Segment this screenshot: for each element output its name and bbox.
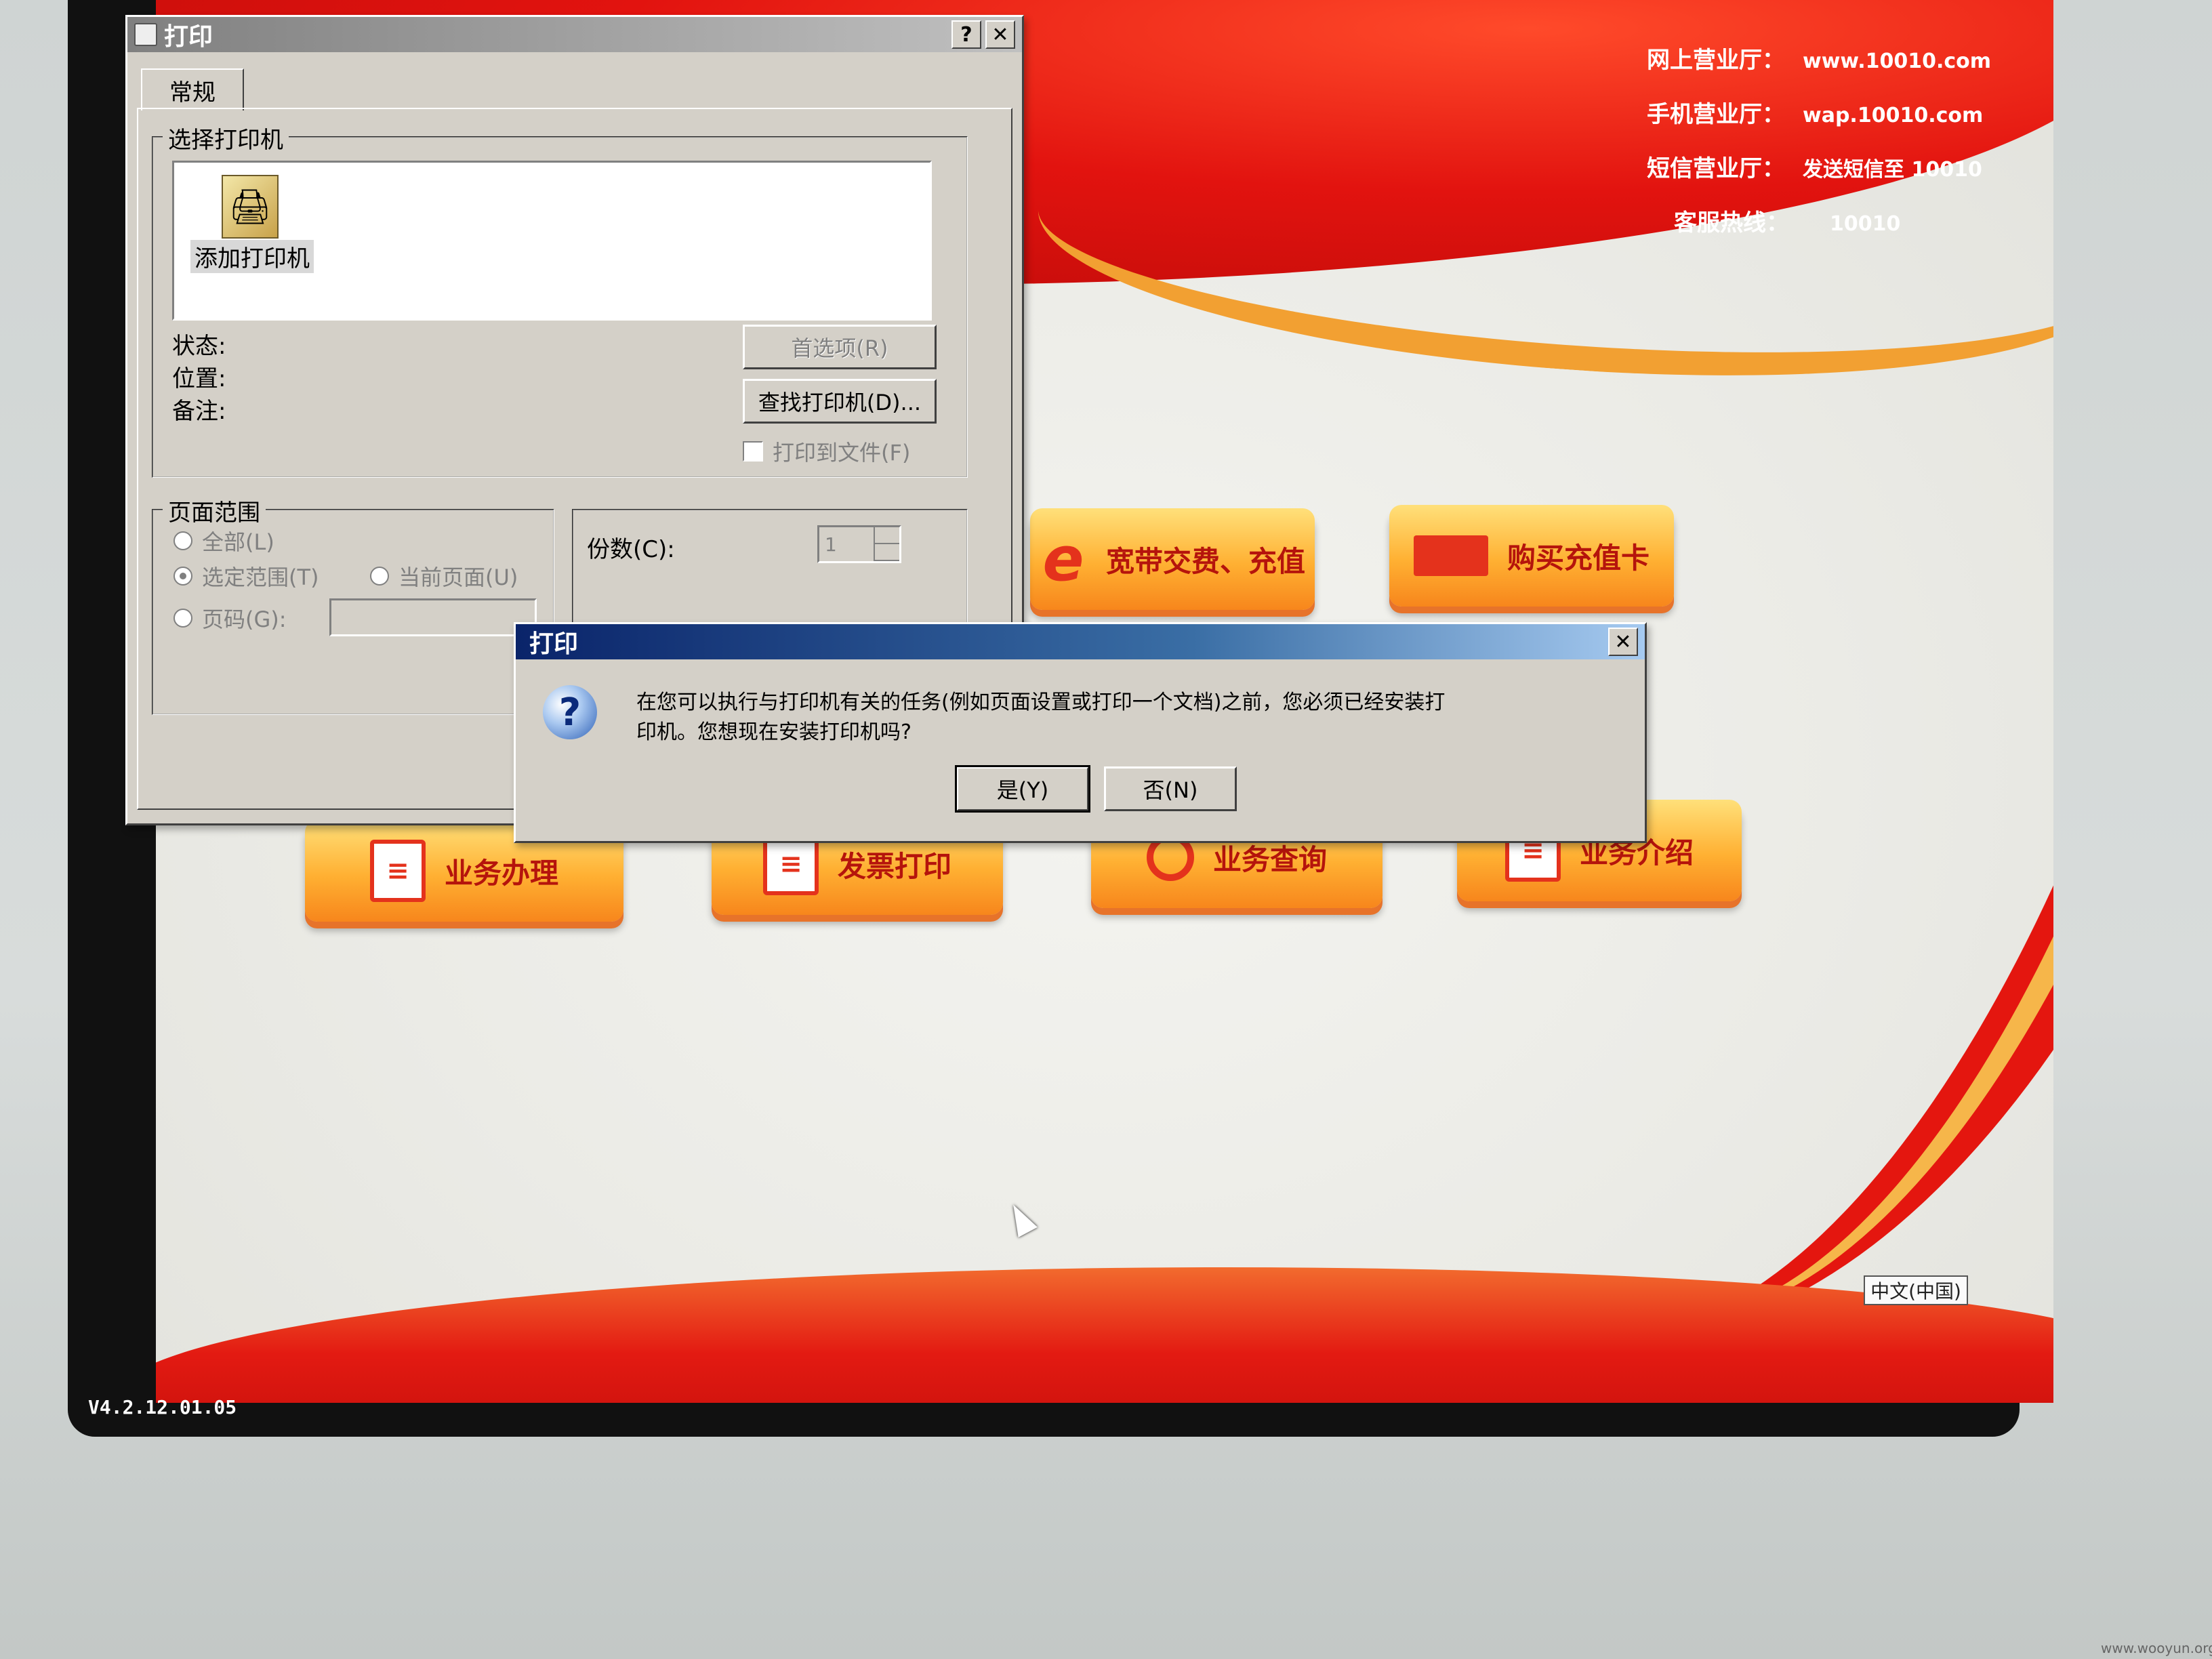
tile-label: 购买充值卡 [1507, 541, 1650, 575]
messagebox-text: 在您可以执行与打印机有关的任务(例如页面设置或打印一个文档)之前，您必须已经安装… [636, 691, 1446, 744]
messagebox-title: 打印 [529, 630, 579, 658]
print-to-file-option[interactable]: 打印到文件(F) [743, 436, 910, 467]
location-label: 位置: [172, 365, 226, 392]
range-current-option[interactable]: 当前页面(U) [370, 560, 518, 592]
find-printer-button[interactable]: 查找打印机(D)... [743, 379, 937, 424]
range-selection-radio[interactable] [173, 567, 192, 586]
help-button[interactable]: ? [951, 20, 981, 49]
preferences-button[interactable]: 首选项(R) [743, 325, 937, 369]
contact-label: 客服热线： [1674, 209, 1789, 237]
page-range-legend: 页面范围 [163, 494, 266, 527]
copies-value: 1 [825, 533, 837, 556]
contact-value: 发送短信至 10010 [1803, 158, 1982, 182]
tile-label: 业务办理 [444, 856, 558, 890]
card-icon [1413, 535, 1488, 576]
tile-broadband-payment[interactable]: e 宽带交费、充值 [1030, 508, 1315, 610]
range-current-radio[interactable] [370, 567, 389, 586]
range-pages-label: 页码(G): [202, 607, 287, 632]
range-pages-radio[interactable] [173, 609, 192, 628]
tile-label: 发票打印 [837, 849, 951, 883]
e-logo-icon: e [1042, 523, 1084, 595]
range-all-radio[interactable] [173, 531, 192, 550]
add-printer-label[interactable]: 添加打印机 [190, 240, 314, 273]
pages-input[interactable] [329, 598, 537, 636]
range-current-label: 当前页面(U) [398, 565, 518, 590]
print-to-file-checkbox[interactable] [743, 441, 763, 462]
range-pages-option[interactable]: 页码(G): [173, 602, 287, 634]
contact-value: 10010 [1830, 212, 1901, 236]
tile-buy-recharge-card[interactable]: 购买充值卡 [1389, 505, 1674, 607]
print-to-file-label: 打印到文件(F) [773, 440, 911, 466]
contact-value: wap.10010.com [1803, 104, 1984, 127]
no-button[interactable]: 否(N) [1104, 766, 1237, 811]
contact-row-wap: 手机营业厅： wap.10010.com [1647, 88, 2053, 142]
install-printer-messagebox: 打印 ✕ ? 在您可以执行与打印机有关的任务(例如页面设置或打印一个文档)之前，… [514, 622, 1647, 843]
contact-row-sms: 短信营业厅： 发送短信至 10010 [1647, 142, 2053, 197]
printer-list[interactable]: 🖨 添加打印机 [172, 161, 932, 321]
add-printer-icon[interactable]: 🖨 [222, 175, 279, 239]
spinner-arrows[interactable] [874, 527, 899, 561]
version-label: V4.2.12.01.05 [88, 1396, 237, 1418]
range-selection-label: 选定范围(T) [202, 565, 319, 590]
contact-label: 手机营业厅： [1647, 101, 1785, 128]
range-all-label: 全部(L) [202, 529, 274, 555]
range-all-option[interactable]: 全部(L) [173, 525, 274, 556]
document-icon: ≡ [369, 840, 426, 902]
print-dialog-title: 打印 [164, 23, 213, 51]
contact-label: 短信营业厅： [1647, 155, 1785, 182]
yes-button[interactable]: 是(Y) [955, 765, 1090, 813]
comment-label: 备注: [172, 398, 226, 425]
status-label: 状态: [172, 333, 226, 360]
printer-icon [134, 23, 157, 46]
page-range-group: 页面范围 全部(L) 选定范围(T) 当前页面(U) 页码(G): [152, 494, 554, 715]
language-indicator[interactable]: 中文(中国) [1864, 1275, 1968, 1305]
contact-panel: 网上营业厅： www.10010.com 手机营业厅： wap.10010.com … [1647, 34, 2053, 251]
select-printer-legend: 选择打印机 [163, 121, 289, 155]
close-button[interactable]: ✕ [985, 20, 1015, 49]
messagebox-titlebar: 打印 ✕ [516, 624, 1645, 659]
tab-general[interactable]: 常规 [141, 68, 244, 110]
select-printer-group: 选择打印机 🖨 添加打印机 状态: 位置: 备注: 首选项(R) 查找打印机(D… [152, 121, 968, 478]
copies-spinner[interactable]: 1 [817, 525, 901, 563]
range-selection-option[interactable]: 选定范围(T) [173, 560, 319, 592]
question-icon: ? [543, 685, 597, 739]
copies-label: 份数(C): [587, 536, 675, 563]
close-button[interactable]: ✕ [1608, 628, 1638, 656]
contact-label: 网上营业厅： [1647, 47, 1785, 74]
print-dialog-titlebar: 打印 ? ✕ [127, 17, 1022, 52]
contact-value: www.10010.com [1803, 49, 1992, 73]
contact-row-web: 网上营业厅： www.10010.com [1647, 34, 2053, 88]
contact-row-hotline: 客服热线： 10010 [1647, 197, 2053, 251]
tile-label: 宽带交费、充值 [1105, 544, 1305, 578]
footer-banner [156, 1267, 2053, 1403]
watermark: www.wooyun.org [2101, 1640, 2212, 1656]
